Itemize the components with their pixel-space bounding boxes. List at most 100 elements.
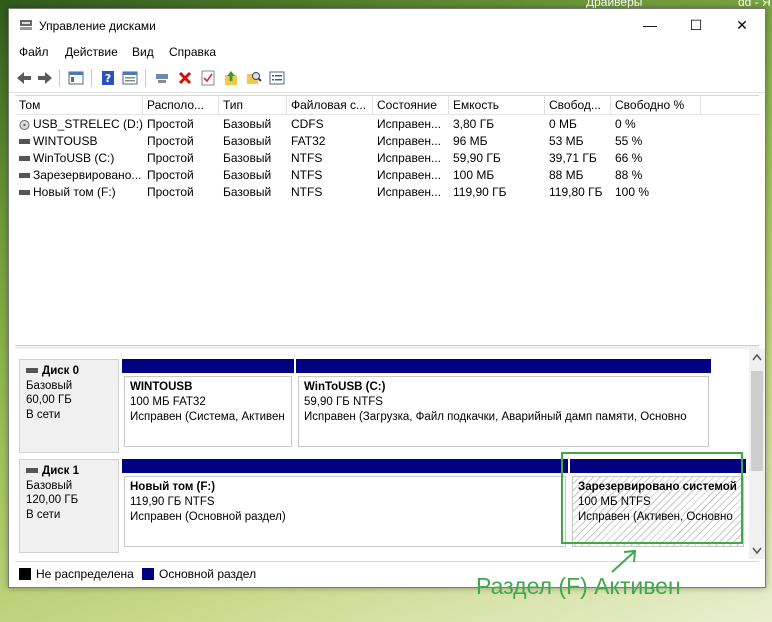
filesystem-cell: CDFS <box>291 117 324 131</box>
annotation-highlight-box <box>561 452 743 544</box>
partition-body: Новый том (F:) 119,90 ГБ NTFS Исправен (… <box>124 476 566 547</box>
filesystem-cell: FAT32 <box>291 134 326 148</box>
partition-body: WINTOUSB 100 МБ FAT32 Исправен (Система,… <box>124 376 292 447</box>
layout-cell: Простой <box>147 151 194 165</box>
volume-list: Том Располо... Тип Файловая с... Состоян… <box>15 95 759 344</box>
annotation-arrow-icon <box>611 549 637 573</box>
partition-size: 100 МБ FAT32 <box>130 396 206 408</box>
menu-file[interactable]: Файл <box>19 45 49 59</box>
status-cell: Исправен... <box>377 134 442 148</box>
filesystem-cell: NTFS <box>291 185 323 199</box>
console-tree-icon[interactable] <box>67 69 85 87</box>
type-cell: Базовый <box>223 151 272 165</box>
help-icon[interactable]: ? <box>99 69 117 87</box>
properties-icon[interactable] <box>121 69 139 87</box>
forward-icon[interactable] <box>36 69 54 87</box>
close-button[interactable]: ✕ <box>719 9 765 41</box>
vertical-scrollbar[interactable] <box>749 349 765 559</box>
menu-bar: Файл Действие Вид Справка <box>9 41 765 63</box>
disk-state: В сети <box>26 408 61 421</box>
partition-header-bar <box>122 359 294 373</box>
disk-icon <box>26 368 38 374</box>
disk-icon <box>26 468 38 474</box>
type-cell: Базовый <box>223 185 272 199</box>
disk-state: В сети <box>26 508 61 521</box>
volume-name: WinToUSB (C:) <box>33 151 115 165</box>
partition-block[interactable]: WINTOUSB 100 МБ FAT32 Исправен (Система,… <box>122 359 294 453</box>
disk-size: 60,00 ГБ <box>26 394 72 406</box>
free-percent-cell: 66 % <box>615 151 643 165</box>
delete-icon[interactable] <box>176 69 194 87</box>
status-cell: Исправен... <box>377 151 442 165</box>
toolbar-separator <box>59 69 60 87</box>
menu-action[interactable]: Действие <box>65 45 118 59</box>
filesystem-cell: NTFS <box>291 168 323 182</box>
free-cell: 119,80 ГБ <box>549 185 603 199</box>
column-header-filesystem[interactable]: Файловая с... <box>287 96 373 114</box>
table-row[interactable]: WINTOUSB Простой Базовый FAT32 Исправен.… <box>15 133 759 150</box>
check-icon[interactable] <box>199 69 217 87</box>
capacity-cell: 59,90 ГБ <box>453 151 501 165</box>
capacity-cell: 96 МБ <box>453 134 488 148</box>
free-percent-cell: 100 % <box>615 185 650 199</box>
connect-icon[interactable] <box>153 69 171 87</box>
free-cell: 0 МБ <box>549 117 577 131</box>
layout-cell: Простой <box>147 134 194 148</box>
volume-name: Зарезервировано... <box>33 168 142 182</box>
status-cell: Исправен... <box>377 168 442 182</box>
title-bar: Управление дисками — ☐ ✕ <box>9 9 765 41</box>
disk-name: Диск 0 <box>42 365 80 377</box>
column-header-free-percent[interactable]: Свободно % <box>611 96 701 114</box>
menu-view[interactable]: Вид <box>132 45 154 59</box>
free-percent-cell: 55 % <box>615 134 643 148</box>
type-cell: Базовый <box>223 168 272 182</box>
maximize-button[interactable]: ☐ <box>673 9 719 41</box>
menu-help[interactable]: Справка <box>169 45 216 59</box>
table-row[interactable]: WinToUSB (C:) Простой Базовый NTFS Испра… <box>15 150 759 167</box>
capacity-cell: 3,80 ГБ <box>453 117 495 131</box>
legend-label-unallocated: Не распределена <box>36 567 134 581</box>
column-header-type[interactable]: Тип <box>219 96 287 114</box>
column-header-layout[interactable]: Располо... <box>143 96 219 114</box>
table-row[interactable]: Зарезервировано... Простой Базовый NTFS … <box>15 167 759 184</box>
table-row[interactable]: USB_STRELEC (D:) Простой Базовый CDFS Ис… <box>15 116 759 133</box>
partition-block[interactable]: Новый том (F:) 119,90 ГБ NTFS Исправен (… <box>122 459 568 553</box>
table-row[interactable]: Новый том (F:) Простой Базовый NTFS Испр… <box>15 184 759 201</box>
drive-icon <box>19 139 30 145</box>
column-header-capacity[interactable]: Емкость <box>449 96 545 114</box>
legend-swatch-unallocated <box>19 568 31 580</box>
disk-management-app-icon <box>20 20 32 30</box>
disk-label[interactable]: Диск 0 Базовый 60,00 ГБ В сети <box>19 359 119 453</box>
partition-body: WinToUSB (C:) 59,90 ГБ NTFS Исправен (За… <box>298 376 709 447</box>
column-header-free[interactable]: Свобод... <box>545 96 611 114</box>
filesystem-cell: NTFS <box>291 151 323 165</box>
find-icon[interactable] <box>245 69 263 87</box>
column-header-status[interactable]: Состояние <box>373 96 449 114</box>
column-header-volume[interactable]: Том <box>15 96 143 114</box>
up-folder-icon[interactable] <box>222 69 240 87</box>
partition-header-bar <box>296 359 711 373</box>
partition-name: WinToUSB (C:) <box>304 381 386 393</box>
type-cell: Базовый <box>223 134 272 148</box>
partition-block[interactable]: WinToUSB (C:) 59,90 ГБ NTFS Исправен (За… <box>296 359 711 453</box>
partition-status: Исправен (Система, Активен <box>130 411 285 423</box>
free-percent-cell: 0 % <box>615 117 636 131</box>
volume-name: WINTOUSB <box>33 134 98 148</box>
free-percent-cell: 88 % <box>615 168 643 182</box>
legend-swatch-primary <box>142 568 154 580</box>
table-header: Том Располо... Тип Файловая с... Состоян… <box>15 96 759 115</box>
annotation-text: Раздел (F) Активен <box>476 573 681 599</box>
free-cell: 53 МБ <box>549 134 584 148</box>
scroll-up-icon[interactable] <box>752 353 762 361</box>
scroll-thumb[interactable] <box>751 371 763 471</box>
minimize-button[interactable]: — <box>627 9 673 41</box>
scroll-down-icon[interactable] <box>752 547 762 555</box>
disk-type: Базовый <box>26 479 73 492</box>
partition-size: 119,90 ГБ NTFS <box>130 496 215 508</box>
disk-label[interactable]: Диск 1 Базовый 120,00 ГБ В сети <box>19 459 119 553</box>
status-cell: Исправен... <box>377 185 442 199</box>
back-icon[interactable] <box>15 69 33 87</box>
svg-text:?: ? <box>105 72 111 85</box>
list-icon[interactable] <box>268 69 286 87</box>
drive-icon <box>19 190 30 196</box>
